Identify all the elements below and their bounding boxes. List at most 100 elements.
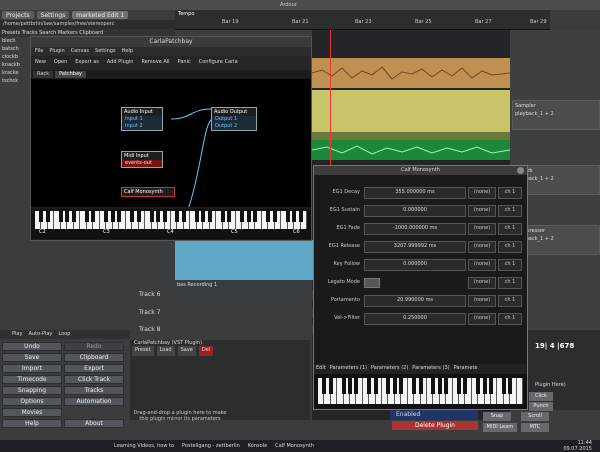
piano-black-key[interactable]: [367, 378, 372, 394]
param-channel[interactable]: ch 1: [498, 313, 522, 325]
param-slider[interactable]: 0.000000: [364, 259, 466, 271]
port[interactable]: Input 1: [122, 116, 162, 123]
param-channel[interactable]: ch 1: [498, 295, 522, 307]
tab-parameters-4[interactable]: Paramete: [454, 365, 478, 373]
delete-plugin-button[interactable]: Delete Plugin: [392, 421, 478, 430]
enabled-toggle[interactable]: Enabled: [390, 410, 478, 420]
legato-toggle[interactable]: [364, 278, 380, 288]
export-button[interactable]: Export: [64, 364, 124, 373]
param-slider[interactable]: 20.990000 ms: [364, 295, 466, 307]
piano-white-key[interactable]: [516, 378, 523, 404]
piano-black-key[interactable]: [386, 378, 391, 394]
piano-black-key[interactable]: [207, 211, 212, 222]
param-slider[interactable]: 3207.999992 ms: [364, 241, 466, 253]
taskbar-item[interactable]: Calf Monosynth: [271, 443, 318, 449]
movies-button[interactable]: Movies: [2, 408, 62, 417]
piano-black-key[interactable]: [175, 211, 180, 222]
menu-settings[interactable]: Settings: [95, 48, 116, 55]
menu-plugin[interactable]: Plugin: [49, 48, 64, 55]
scroll-button[interactable]: Scroll: [521, 412, 549, 421]
piano-keys[interactable]: [35, 211, 307, 229]
tab-settings[interactable]: Settings: [36, 11, 70, 19]
param-slider[interactable]: 355.000000 ms: [364, 187, 466, 199]
options-button[interactable]: Options: [2, 397, 62, 406]
piano-black-key[interactable]: [508, 378, 513, 394]
drop-zone[interactable]: Drag-and-drop a plugin here to make this…: [130, 410, 230, 430]
configure-button[interactable]: Configure Carla: [199, 59, 238, 67]
mtc-button[interactable]: MTC: [521, 423, 549, 432]
piano-black-key[interactable]: [156, 211, 161, 222]
track-header[interactable]: Track 7: [135, 308, 314, 318]
param-channel[interactable]: ch 1: [498, 259, 522, 271]
piano-black-key[interactable]: [45, 211, 50, 222]
carla-keyboard[interactable]: C2 C3 C4 C5 C6: [31, 209, 311, 239]
piano-black-key[interactable]: [501, 378, 506, 394]
tab-edit[interactable]: marketed Edit 1: [72, 11, 129, 19]
midi-region-yellow[interactable]: [312, 90, 510, 132]
piano-black-key[interactable]: [201, 211, 206, 222]
piano-black-key[interactable]: [181, 211, 186, 222]
piano-black-key[interactable]: [437, 378, 442, 394]
audio-region-green[interactable]: [311, 140, 511, 160]
audio-output-node[interactable]: Audio Output Output 1 Output 2: [211, 107, 257, 131]
port[interactable]: Output 1: [212, 116, 256, 123]
click-track-button[interactable]: Click Track: [64, 375, 124, 384]
click-button[interactable]: Click: [529, 392, 553, 401]
piano-black-key[interactable]: [71, 211, 76, 222]
piano-black-key[interactable]: [110, 211, 115, 222]
snapping-button[interactable]: Snapping: [2, 386, 62, 395]
piano-black-key[interactable]: [354, 378, 359, 394]
add-plugin-button[interactable]: Add Plugin: [107, 59, 134, 67]
save-preset-button[interactable]: Save: [177, 346, 196, 356]
taskbar-item[interactable]: Postellgang - zettberlin: [178, 443, 244, 449]
remove-all-button[interactable]: Remove All: [141, 59, 169, 67]
save-button[interactable]: Save: [2, 353, 62, 362]
piano-black-key[interactable]: [149, 211, 154, 222]
tracks-button[interactable]: Tracks: [64, 386, 124, 395]
load-button[interactable]: Load: [156, 346, 175, 356]
help-button[interactable]: Help: [2, 419, 62, 428]
track-header[interactable]: Track 6: [135, 290, 314, 300]
piano-black-key[interactable]: [91, 211, 96, 222]
play-toggle[interactable]: Play: [12, 330, 22, 339]
piano-black-key[interactable]: [84, 211, 89, 222]
piano-keys[interactable]: [318, 378, 523, 404]
track-header[interactable]: Track 8: [135, 325, 314, 335]
preset-button[interactable]: Preset: [132, 346, 154, 356]
timecode-button[interactable]: Timecode: [2, 375, 62, 384]
taskbar-item[interactable]: Konsole: [244, 443, 271, 449]
calf-keyboard[interactable]: [314, 374, 527, 409]
piano-black-key[interactable]: [136, 211, 141, 222]
piano-black-key[interactable]: [272, 211, 277, 222]
tab-parameters-3[interactable]: Parameters (3): [412, 365, 449, 373]
port[interactable]: events-out: [122, 160, 162, 167]
tab-projects[interactable]: Projects: [2, 11, 34, 19]
piano-black-key[interactable]: [298, 211, 303, 222]
piano-black-key[interactable]: [399, 378, 404, 394]
loop-toggle[interactable]: Loop: [58, 330, 70, 339]
punch-button[interactable]: Punch: [529, 402, 553, 411]
param-slider[interactable]: 0.000000: [364, 205, 466, 217]
piano-black-key[interactable]: [117, 211, 122, 222]
tab-edit[interactable]: Edit: [316, 365, 326, 373]
undo-button[interactable]: Undo: [2, 342, 62, 351]
playhead[interactable]: [330, 30, 331, 170]
param-channel[interactable]: ch 1: [498, 223, 522, 235]
import-button[interactable]: Import: [2, 364, 62, 373]
piano-black-key[interactable]: [162, 211, 167, 222]
piano-black-key[interactable]: [322, 378, 327, 394]
piano-black-key[interactable]: [240, 211, 245, 222]
piano-black-key[interactable]: [58, 211, 63, 222]
param-mode[interactable]: (none): [468, 277, 496, 289]
param-mode[interactable]: (none): [468, 295, 496, 307]
tab-parameters-1[interactable]: Parameters (1): [330, 365, 367, 373]
clipboard-button[interactable]: Clipboard: [64, 353, 124, 362]
port[interactable]: Output 2: [212, 123, 256, 130]
param-mode[interactable]: (none): [468, 223, 496, 235]
piano-black-key[interactable]: [348, 378, 353, 394]
delete-preset-button[interactable]: Del: [198, 346, 214, 356]
piano-black-key[interactable]: [456, 378, 461, 394]
piano-black-key[interactable]: [444, 378, 449, 394]
param-slider[interactable]: 0.250000: [364, 313, 466, 325]
piano-black-key[interactable]: [412, 378, 417, 394]
